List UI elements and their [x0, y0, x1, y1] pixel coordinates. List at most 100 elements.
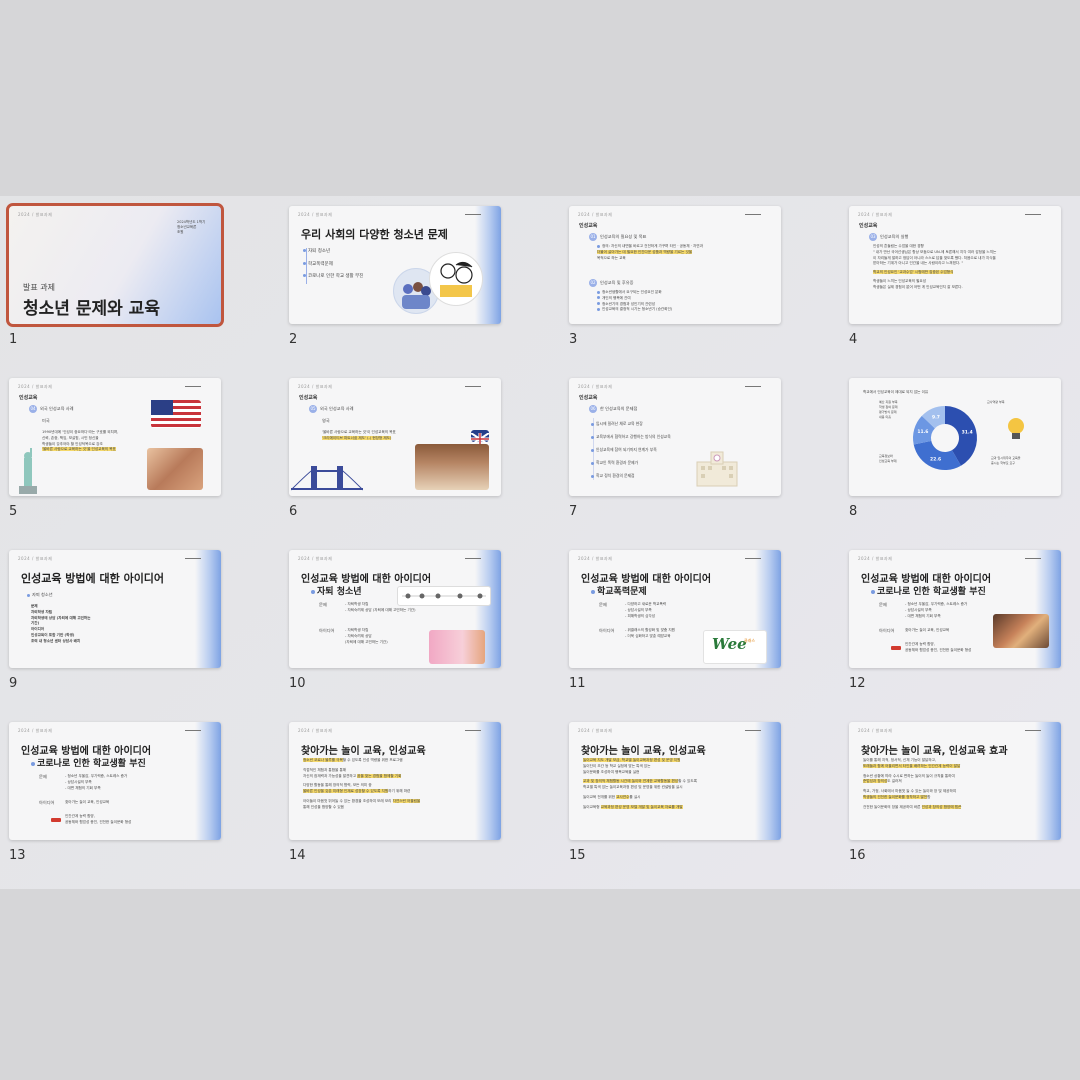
slide-thumbnail-7[interactable]: 2024 / 발표과제 인성교육 06 한 인성교육의 문제점 입시에 밀려난 …: [569, 378, 789, 528]
slide-6-heading: 인성교육: [299, 395, 318, 401]
slide-number-5: 5: [9, 504, 18, 519]
slide-5-heading: 인성교육: [19, 395, 38, 401]
pie-label-1: 31.4: [962, 430, 973, 436]
slide-2-list: 자퇴 청소년 학교폭력문제 코로나로 인한 학교 생활 부진: [303, 246, 363, 284]
pie-label-2: 22.6: [930, 456, 941, 462]
slide-1-canvas[interactable]: 2024 / 발표과제 2024학년도 1학기 청소년교육론 조원 발표 과제 청소…: [6, 203, 224, 327]
slide-number-3: 3: [569, 332, 578, 347]
slide-3-canvas[interactable]: 2024 / 발표과제 인성교육 01 인성교육의 필요성 및 목표 정의: 자…: [569, 206, 781, 324]
children-photo: [147, 448, 203, 490]
slide-thumbnail-1[interactable]: 2024 / 발표과제 2024학년도 1학기 청소년교육론 조원 발표 과제 청소…: [6, 203, 229, 356]
slide-12-canvas[interactable]: 2024 / 발표과제 인성교육 방법에 대한 아이디어 코로나로 인한 학교생…: [849, 550, 1061, 668]
slide-6-body: '올바른 사람으로 교육하는 것'이 인성교육의 목표 '크리에이티브 파트너쉽…: [322, 430, 396, 440]
slide-13-canvas[interactable]: 2024 / 발표과제 인성교육 방법에 대한 아이디어 코로나로 인한 학교생…: [9, 722, 221, 840]
pie-label-3: 11.6: [917, 429, 928, 435]
slide-4-canvas[interactable]: 2024 / 발표과제 인성교육 03 인성교육의 실행 인성의 흔들림는 수업…: [849, 206, 1061, 324]
slide-thumbnail-3[interactable]: 2024 / 발표과제 인성교육 01 인성교육의 필요성 및 목표 정의: 자…: [569, 206, 789, 356]
slide-5-canvas[interactable]: 2024 / 발표과제 인성교육 04 외국 인성교육 사례 미국 1990년대…: [9, 378, 221, 496]
slide-grid: 2024 / 발표과제 2024학년도 1학기 청소년교육론 조원 발표 과제 청소…: [0, 196, 1080, 889]
slide-number-7: 7: [569, 504, 578, 519]
slide-6-canvas[interactable]: 2024 / 발표과제 인성교육 05 외국 인성교육 사례 영국 '올바른 사…: [289, 378, 501, 496]
slide-5-country: 미국: [42, 418, 50, 423]
slide-thumbnail-8[interactable]: 학교에서 인성교육이 제대로 되지 않는 이유 31.4 22.6 11.6 9.7 …: [849, 378, 1069, 528]
slide-thumbnail-5[interactable]: 2024 / 발표과제 인성교육 04 외국 인성교육 사례 미국 1990년대…: [9, 378, 229, 528]
slide-3-subheading-1: 인성교육의 필요성 및 목표: [600, 234, 647, 239]
slide-13-title: 인성교육 방법에 대한 아이디어: [21, 746, 152, 757]
pie-chart: 31.4 22.6 11.6 9.7: [913, 406, 977, 470]
slide-12-title: 인성교육 방법에 대한 아이디어: [861, 574, 992, 585]
slide-3-body-2: 청소년생활에서 요구되는 인성요인 분화 개인의 행복에 관여 청소년기의 경험…: [597, 290, 672, 313]
slide-16-title: 찾아가는 놀이 교육, 인성교육 효과: [861, 746, 1008, 757]
slide-1-title: 청소년 문제와 교육: [23, 299, 160, 319]
slide-15-body: 놀이교육 지도 개발 보급, 학교별 놀이교육과정 편성 및 운영 지원 놀이단…: [583, 758, 697, 809]
tower-bridge-image: [290, 462, 364, 494]
slide-6-country: 영국: [322, 418, 330, 423]
slide-3-heading: 인성교육: [579, 223, 598, 229]
pie-label-4: 9.7: [932, 414, 940, 420]
pie-slice-2: [913, 440, 961, 470]
slide-10-canvas[interactable]: 2024 / 발표과제 인성교육 방법에 대한 아이디어 자퇴 청소년 문제 -…: [289, 550, 501, 668]
slide-10-title: 인성교육 방법에 대한 아이디어: [301, 574, 432, 585]
slide-10-subtitle: 자퇴 청소년: [311, 584, 362, 597]
uk-flag-image: [470, 430, 490, 446]
cartoon-illustration: [429, 252, 483, 306]
slide-7-heading: 인성교육: [579, 395, 598, 401]
slide-11-title: 인성교육 방법에 대한 아이디어: [581, 574, 712, 585]
slide-11-canvas[interactable]: 2024 / 발표과제 인성교육 방법에 대한 아이디어 학교폭력문제 문제 -…: [569, 550, 781, 668]
arrow-icon: [891, 646, 901, 650]
arrow-icon: [51, 818, 61, 822]
slide-number-1: 1: [9, 332, 18, 347]
slide-thumbnail-6[interactable]: 2024 / 발표과제 인성교육 05 외국 인성교육 사례 영국 '올바른 사…: [289, 378, 509, 528]
slide-14-body: 청소년 코로나 블루를 극복할 수 있도록 인성 역량을 위한 프로그램 직접적…: [303, 758, 421, 809]
slide-thumbnail-16[interactable]: 2024 / 발표과제 찾아가는 놀이 교육, 인성교육 효과 놀이를 통해 지…: [849, 722, 1069, 872]
slide-16-body: 놀이를 통해 지적, 정서적, 신체 기능이 발달하고, 또래들과 함께 어울리…: [863, 758, 962, 809]
slide-number-11: 11: [569, 676, 586, 691]
timeline-diagram: [397, 586, 491, 606]
slide-number-2: 2: [289, 332, 298, 347]
slide-7-list: 입시에 밀려난 채로 교육 현장 교육부에서 협력하고 강행하는 방식의 인성교…: [591, 417, 671, 482]
slide-14-canvas[interactable]: 2024 / 발표과제 찾아가는 놀이 교육, 인성교육 청소년 코로나 블루를…: [289, 722, 501, 840]
slide-thumbnail-13[interactable]: 2024 / 발표과제 인성교육 방법에 대한 아이디어 코로나로 인한 학교생…: [9, 722, 229, 872]
lightbulb-icon: [1005, 416, 1027, 442]
slide-number-16: 16: [849, 848, 866, 863]
slide-1-meta: 2024학년도 1학기 청소년교육론 조원: [177, 220, 206, 234]
slide-1-header: 2024 / 발표과제: [18, 212, 53, 217]
dropout-poster-image: [429, 630, 485, 664]
slide-15-canvas[interactable]: 2024 / 발표과제 찾아가는 놀이 교육, 인성교육 놀이교육 지도 개발 …: [569, 722, 781, 840]
slide-number-15: 15: [569, 848, 586, 863]
slide-2-canvas[interactable]: 2024 / 발표과제 우리 사회의 다양한 청소년 문제 자퇴 청소년 학교폭…: [289, 206, 501, 324]
slide-thumbnail-4[interactable]: 2024 / 발표과제 인성교육 03 인성교육의 실행 인성의 흔들림는 수업…: [849, 206, 1069, 356]
slide-3-body-1: 정의: 자신의 내면을 바르고 건전하게 가꾸며 타인 · 공동체 · 자연과 …: [597, 244, 703, 260]
slide-3-subheading-2: 인성교육 및 후유증: [600, 280, 634, 285]
slide-thumbnail-14[interactable]: 2024 / 발표과제 찾아가는 놀이 교육, 인성교육 청소년 코로나 블루를…: [289, 722, 509, 872]
slide-9-title: 인성교육 방법에 대한 아이디어: [21, 572, 165, 585]
slide-2-title: 우리 사회의 다양한 청소년 문제: [301, 228, 448, 241]
slide-thumbnail-12[interactable]: 2024 / 발표과제 인성교육 방법에 대한 아이디어 코로나로 인한 학교생…: [849, 550, 1069, 700]
slide-thumbnail-11[interactable]: 2024 / 발표과제 인성교육 방법에 대한 아이디어 학교폭력문제 문제 -…: [569, 550, 789, 700]
slide-6-subheading: 외국 인성교육 사례: [320, 406, 354, 411]
slide-thumbnail-9[interactable]: 2024 / 발표과제 인성교육 방법에 대한 아이디어 자퇴 청소년 문제 자퇴…: [9, 550, 229, 700]
slide-sorter-pane: 2024 / 발표과제 2024학년도 1학기 청소년교육론 조원 발표 과제 청소…: [0, 196, 1080, 889]
hands-together-photo: [993, 614, 1049, 648]
slide-13-subtitle: 코로나로 인한 학교생활 부진: [31, 756, 146, 769]
slide-number-9: 9: [9, 676, 18, 691]
slide-5-subheading: 외국 인성교육 사례: [40, 406, 74, 411]
slide-thumbnail-10[interactable]: 2024 / 발표과제 인성교육 방법에 대한 아이디어 자퇴 청소년 문제 -…: [289, 550, 509, 700]
slide-7-canvas[interactable]: 2024 / 발표과제 인성교육 06 한 인성교육의 문제점 입시에 밀려난 …: [569, 378, 781, 496]
slide-number-8: 8: [849, 504, 858, 519]
slide-number-10: 10: [289, 676, 306, 691]
slide-15-title: 찾아가는 놀이 교육, 인성교육: [581, 746, 706, 757]
slide-8-canvas[interactable]: 학교에서 인성교육이 제대로 되지 않는 이유 31.4 22.6 11.6 9.7 …: [849, 378, 1061, 496]
school-building-illustration: [695, 448, 739, 488]
slide-thumbnail-2[interactable]: 2024 / 발표과제 우리 사회의 다양한 청소년 문제 자퇴 청소년 학교폭…: [289, 206, 509, 356]
slide-thumbnail-15[interactable]: 2024 / 발표과제 찾아가는 놀이 교육, 인성교육 놀이교육 지도 개발 …: [569, 722, 789, 872]
pie-legend-left: 예산 지원 부족 학생 참여 문제 평가방식 문제 내용 미흡: [879, 400, 898, 420]
slide-12-subtitle: 코로나로 인한 학교생활 부진: [871, 584, 986, 597]
slide-4-body: 인성의 흔들림는 수업을 대한 경향 " 내가 만난 국어선생님은 항상 모둠으…: [873, 244, 997, 289]
slide-9-canvas[interactable]: 2024 / 발표과제 인성교육 방법에 대한 아이디어 자퇴 청소년 문제 자퇴…: [9, 550, 221, 668]
slide-11-subtitle: 학교폭력문제: [591, 584, 647, 597]
slide-16-canvas[interactable]: 2024 / 발표과제 찾아가는 놀이 교육, 인성교육 효과 놀이를 통해 지…: [849, 722, 1061, 840]
slide-number-13: 13: [9, 848, 26, 863]
slide-number-12: 12: [849, 676, 866, 691]
classroom-photo: [415, 444, 489, 490]
